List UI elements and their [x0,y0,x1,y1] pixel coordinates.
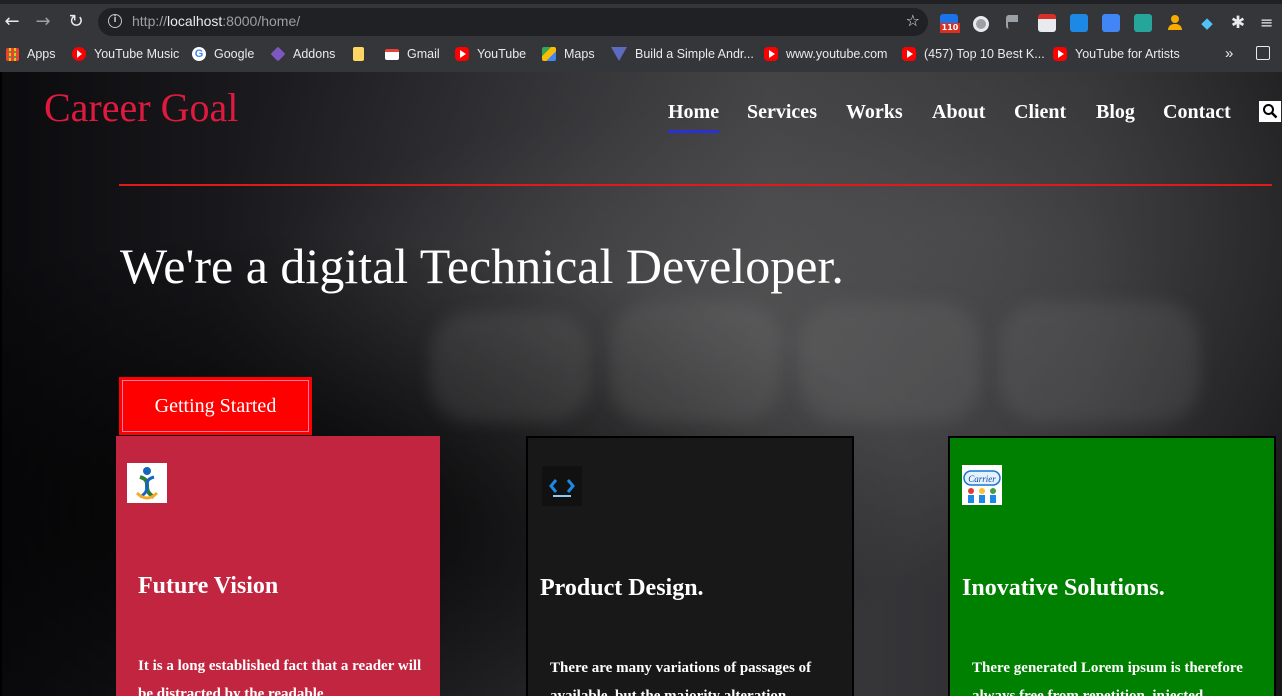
background-blur-shape [610,302,780,422]
bookmark-build-android[interactable]: Build a Simple Andr... [611,45,754,63]
bookmark-label: YouTube Music [94,47,180,61]
carrier-logo-text: Carrier [968,474,996,484]
record-extension-icon[interactable] [973,16,989,32]
bookmark-google[interactable]: G Google [192,45,254,63]
bookmark-label: Maps [564,47,595,61]
translate-extension-icon[interactable] [1102,14,1120,32]
youtube-icon [1053,47,1067,61]
browser-chrome: ← → ↻ i http://localhost:8000/home/ ☆ 11… [0,0,1282,72]
nav-blog[interactable]: Blog [1096,101,1135,124]
url-path: :8000/home/ [222,13,301,29]
bookmark-maps[interactable]: Maps [542,45,595,63]
bookmark-youtube-artists[interactable]: YouTube for Artists [1053,45,1180,63]
card-logo-image: Carrier [962,465,1002,505]
getting-started-button[interactable]: Getting Started [119,377,312,435]
screenshot-extension-icon[interactable] [1070,14,1088,32]
bookmark-folder[interactable] [353,45,364,63]
search-button[interactable] [1259,101,1281,122]
feature-card-inovative-solutions: Carrier Inovative Solutions. There gener… [948,436,1276,696]
background-blur-shape [800,302,980,422]
card-text: It is a long established fact that a rea… [138,658,422,696]
folder-icon [353,47,364,61]
code-logo-icon [549,479,575,497]
url-scheme: http:// [132,13,168,29]
site-brand-logo[interactable]: Career Goal [44,84,238,131]
page-edge [0,72,2,696]
web-page: Career Goal Home Services Works About Cl… [0,72,1282,696]
url-host: localhost [167,13,223,29]
bookmark-youtube[interactable]: YouTube [455,45,526,63]
bookmarks-overflow-button[interactable]: » [1225,45,1233,63]
bookmark-label: YouTube for Artists [1075,47,1180,61]
bookmark-label: Apps [27,47,56,61]
card-title: Inovative Solutions. [962,575,1165,601]
youtube-icon [455,47,469,61]
bookmark-www-youtube[interactable]: www.youtube.com [764,45,887,63]
apps-grid-icon [6,47,19,61]
hero-divider [119,184,1272,186]
nav-client[interactable]: Client [1014,101,1066,124]
bookmark-youtube-music[interactable]: YouTube Music [72,45,179,63]
site-info-icon[interactable]: i [108,14,122,28]
youtube-icon [764,47,778,61]
bookmark-label: www.youtube.com [786,47,888,61]
printer-extension-icon[interactable] [1038,14,1056,32]
bookmark-top-10[interactable]: (457) Top 10 Best K... [902,45,1045,63]
carrier-logo-icon: Carrier [963,470,1001,503]
card-title: Future Vision [138,573,279,599]
gem-extension-icon[interactable]: ◆ [1198,14,1216,32]
forward-arrow-icon[interactable]: → [31,10,55,34]
card-text: There generated Lorem ipsum is therefore… [972,660,1243,696]
bookmark-apps[interactable]: Apps [6,45,56,63]
youtube-icon [902,47,916,61]
background-blur-shape [430,312,590,422]
bookmark-star-icon[interactable]: ☆ [906,11,920,30]
addons-icon [270,46,286,62]
nav-about[interactable]: About [932,101,985,124]
card-logo-image [127,463,167,503]
nav-home[interactable]: Home [668,101,720,133]
card-text: There are many variations of passages of… [550,660,812,696]
dna-logo-icon [135,467,159,500]
flag-extension-icon[interactable] [1006,15,1018,29]
maps-icon [542,47,556,61]
bookmark-label: (457) Top 10 Best K... [924,47,1045,61]
calendar-extension-icon[interactable]: 110 [940,14,960,33]
background-blur-shape [1000,302,1200,422]
bookmark-addons[interactable]: Addons [270,45,336,63]
bookmarks-bar: Apps YouTube Music G Google Addons Gmail… [0,40,1282,68]
nav-contact[interactable]: Contact [1163,101,1231,124]
bookmark-label: Build a Simple Andr... [635,47,754,61]
browser-toolbar: ← → ↻ i http://localhost:8000/home/ ☆ 11… [0,4,1282,40]
bookmark-label: Gmail [407,47,440,61]
google-icon: G [192,47,206,61]
android-triangle-icon [611,47,627,61]
bookmark-gmail[interactable]: Gmail [385,45,440,63]
url-text: http://localhost:8000/home/ [132,13,300,29]
search-icon [1263,104,1278,119]
extensions-puzzle-icon[interactable]: ✱ [1229,14,1247,32]
reading-list-sidebar-icon[interactable] [1256,46,1270,60]
extension-badge: 110 [940,23,960,33]
card-title: Product Design. [540,575,704,601]
bookmark-label: YouTube [477,47,527,61]
nav-works[interactable]: Works [846,101,903,124]
feature-card-product-design: Product Design. There are many variation… [526,436,854,696]
feature-card-future-vision: Future Vision It is a long established f… [116,436,440,696]
hero-title: We're a digital Technical Developer. [120,238,844,294]
card-logo-image [542,466,582,506]
nav-services[interactable]: Services [747,101,817,124]
font-extension-icon[interactable] [1134,14,1152,32]
bookmark-label: Google [214,47,255,61]
user-extension-icon[interactable] [1166,14,1184,32]
bookmark-label: Addons [293,47,336,61]
youtube-music-icon [72,47,86,61]
reload-icon[interactable]: ↻ [64,10,88,34]
reading-list-icon[interactable]: ≡ [1260,14,1278,32]
gmail-icon [385,48,399,60]
back-arrow-icon[interactable]: ← [0,10,24,34]
address-bar[interactable]: i http://localhost:8000/home/ ☆ [98,8,928,36]
